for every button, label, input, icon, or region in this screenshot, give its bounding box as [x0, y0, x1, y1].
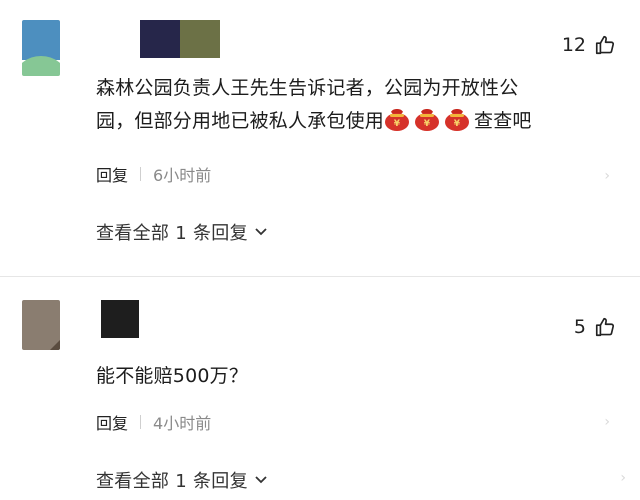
money-bag-emoji: ¥ [414, 107, 440, 131]
svg-text:¥: ¥ [394, 119, 401, 129]
comment-divider [0, 276, 640, 277]
commenter-name-redacted-2[interactable] [180, 20, 220, 58]
comment-item-2: 5 能不能赔500万？ 回复 4小时前 › 查看全部 1 条回复 › [0, 280, 640, 500]
meta-divider [140, 415, 142, 429]
commenter-avatar[interactable] [22, 300, 60, 350]
view-all-replies-button[interactable]: 查看全部 1 条回复 [96, 219, 268, 245]
reply-button[interactable]: 回复 [96, 410, 128, 434]
view-all-replies-button[interactable]: 查看全部 1 条回复 [96, 467, 268, 493]
comment-text: 森林公园负责人王先生告诉记者，公园为开放性公 园，但部分用地已被私人承包使用 ¥ ¥… [96, 72, 532, 138]
like-count: 12 [561, 34, 586, 56]
view-all-replies-label: 查看全部 1 条回复 [96, 223, 248, 244]
commenter-name-redacted[interactable] [101, 300, 139, 338]
comment-meta: 回复 4小时前 [96, 410, 211, 434]
meta-divider [140, 167, 142, 181]
comment-text-line-1: 森林公园负责人王先生告诉记者，公园为开放性公 [96, 77, 519, 99]
like-button[interactable]: 5 [574, 316, 616, 338]
comment-meta: 回复 6小时前 [96, 162, 211, 186]
thumbs-up-icon [594, 316, 616, 338]
comment-item-1: 12 森林公园负责人王先生告诉记者，公园为开放性公 园，但部分用地已被私人承包使… [0, 0, 640, 270]
comment-text-line-1: 能不能赔500万？ [96, 365, 249, 387]
like-button[interactable]: 12 [562, 34, 616, 56]
more-arrow-icon: › [604, 414, 610, 430]
comment-text-segment: 园，但部分用地已被私人承包使用 [96, 110, 385, 132]
chevron-down-icon [254, 222, 268, 243]
money-bag-emoji: ¥ [384, 107, 410, 131]
view-all-replies-label: 查看全部 1 条回复 [96, 471, 248, 492]
svg-text:¥: ¥ [424, 119, 431, 129]
commenter-avatar[interactable] [22, 20, 60, 76]
like-count: 5 [573, 316, 586, 338]
comment-text-segment: 查查吧 [474, 110, 532, 132]
more-arrow-icon: › [620, 470, 626, 486]
money-bag-emoji: ¥ [444, 107, 470, 131]
comment-text: 能不能赔500万？ [96, 360, 248, 393]
commenter-name-redacted[interactable] [140, 20, 180, 58]
chevron-down-icon [254, 470, 268, 491]
more-arrow-icon: › [604, 168, 610, 184]
comment-timestamp: 4小时前 [153, 414, 212, 433]
reply-button[interactable]: 回复 [96, 162, 128, 186]
comment-timestamp: 6小时前 [153, 166, 212, 185]
thumbs-up-icon [594, 34, 616, 56]
svg-text:¥: ¥ [454, 119, 461, 129]
comment-text-line-2: 园，但部分用地已被私人承包使用 ¥ ¥ ¥ 查查吧 [96, 105, 532, 138]
